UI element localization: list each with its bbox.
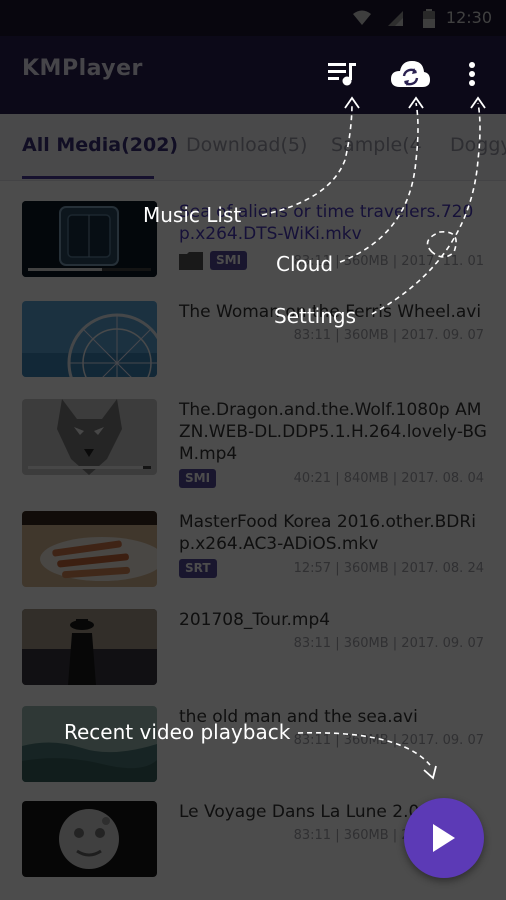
video-thumbnail bbox=[22, 301, 157, 377]
tooltip-music-list: Music List bbox=[143, 203, 242, 227]
subtitle-badge: SMI bbox=[179, 469, 217, 488]
subtitle-badge: SRT bbox=[179, 559, 217, 578]
cloud-sync-icon bbox=[391, 61, 430, 87]
tooltip-cloud: Cloud bbox=[276, 252, 334, 276]
list-item[interactable]: 201708_Tour.mp4 83:11 | 360MB | 2017. 09… bbox=[0, 589, 506, 686]
tooltip-recent-playback: Recent video playback bbox=[64, 720, 291, 744]
video-thumbnail bbox=[22, 399, 157, 475]
thumbnail-image bbox=[22, 511, 157, 587]
video-meta: 83:11 | 360MB | 2017. 09. 07 bbox=[293, 328, 484, 343]
thumbnail-image bbox=[22, 301, 157, 377]
tab-download[interactable]: Download(5) bbox=[186, 134, 307, 156]
video-title: MasterFood Korea 2016.other.BDRip.x264.A… bbox=[179, 512, 476, 554]
tab-all-media[interactable]: All Media(202) bbox=[22, 134, 178, 156]
app-logo: KMPlayer bbox=[22, 56, 143, 81]
cloud-button[interactable] bbox=[390, 54, 430, 94]
status-time: 12:30 bbox=[445, 8, 492, 27]
video-thumbnail bbox=[22, 201, 157, 277]
subtitle-badge: SMI bbox=[210, 251, 248, 270]
thumbnail-image bbox=[22, 801, 157, 877]
thumbnail-image bbox=[22, 399, 157, 475]
list-item[interactable]: The.Dragon.and.the.Wolf.1080p AMZN.WEB-D… bbox=[0, 379, 506, 488]
tab-bar: All Media(202) Download(5) Sample(4 Dogg… bbox=[0, 114, 506, 181]
video-thumbnail bbox=[22, 609, 157, 685]
battery-icon bbox=[423, 9, 435, 28]
list-item[interactable]: The Woman on the Ferris Wheel.avi 83:11 … bbox=[0, 281, 506, 378]
video-thumbnail bbox=[22, 511, 157, 587]
app-bar: KMPlayer bbox=[0, 36, 506, 114]
wifi-icon bbox=[353, 10, 371, 25]
video-meta: 12:57 | 360MB | 2017. 08. 24 bbox=[293, 561, 484, 576]
play-icon bbox=[433, 824, 455, 852]
list-item[interactable]: MasterFood Korea 2016.other.BDRip.x264.A… bbox=[0, 491, 506, 588]
folder-icon bbox=[179, 252, 203, 270]
video-meta: 40:21 | 840MB | 2017. 08. 04 bbox=[293, 471, 484, 486]
video-thumbnail bbox=[22, 706, 157, 782]
thumbnail-image bbox=[22, 706, 157, 782]
tooltip-settings: Settings bbox=[274, 304, 357, 328]
list-item[interactable]: Sea of aliens or time travelers.720p.x26… bbox=[0, 181, 506, 278]
video-title: 201708_Tour.mp4 bbox=[179, 610, 331, 630]
tab-sample[interactable]: Sample(4 bbox=[331, 134, 422, 156]
music-list-button[interactable] bbox=[322, 54, 362, 94]
tab-doggy[interactable]: Doggy bbox=[450, 134, 506, 156]
video-thumbnail bbox=[22, 801, 157, 877]
video-title: The.Dragon.and.the.Wolf.1080p AMZN.WEB-D… bbox=[179, 400, 487, 464]
more-menu-button[interactable] bbox=[452, 54, 492, 94]
video-meta: 83:11 | 360MB | 2017. 09. 07 bbox=[293, 636, 484, 651]
active-tab-indicator bbox=[22, 176, 154, 179]
signal-icon bbox=[388, 11, 403, 26]
playlist-music-icon bbox=[328, 63, 356, 86]
more-vert-icon bbox=[469, 62, 475, 86]
play-recent-button[interactable] bbox=[404, 798, 484, 878]
thumbnail-image bbox=[22, 201, 157, 277]
status-bar: 12:30 bbox=[0, 0, 506, 36]
thumbnail-image bbox=[22, 609, 157, 685]
video-meta: 83:11 | 360MB | 2017. 09. 07 bbox=[293, 733, 484, 748]
